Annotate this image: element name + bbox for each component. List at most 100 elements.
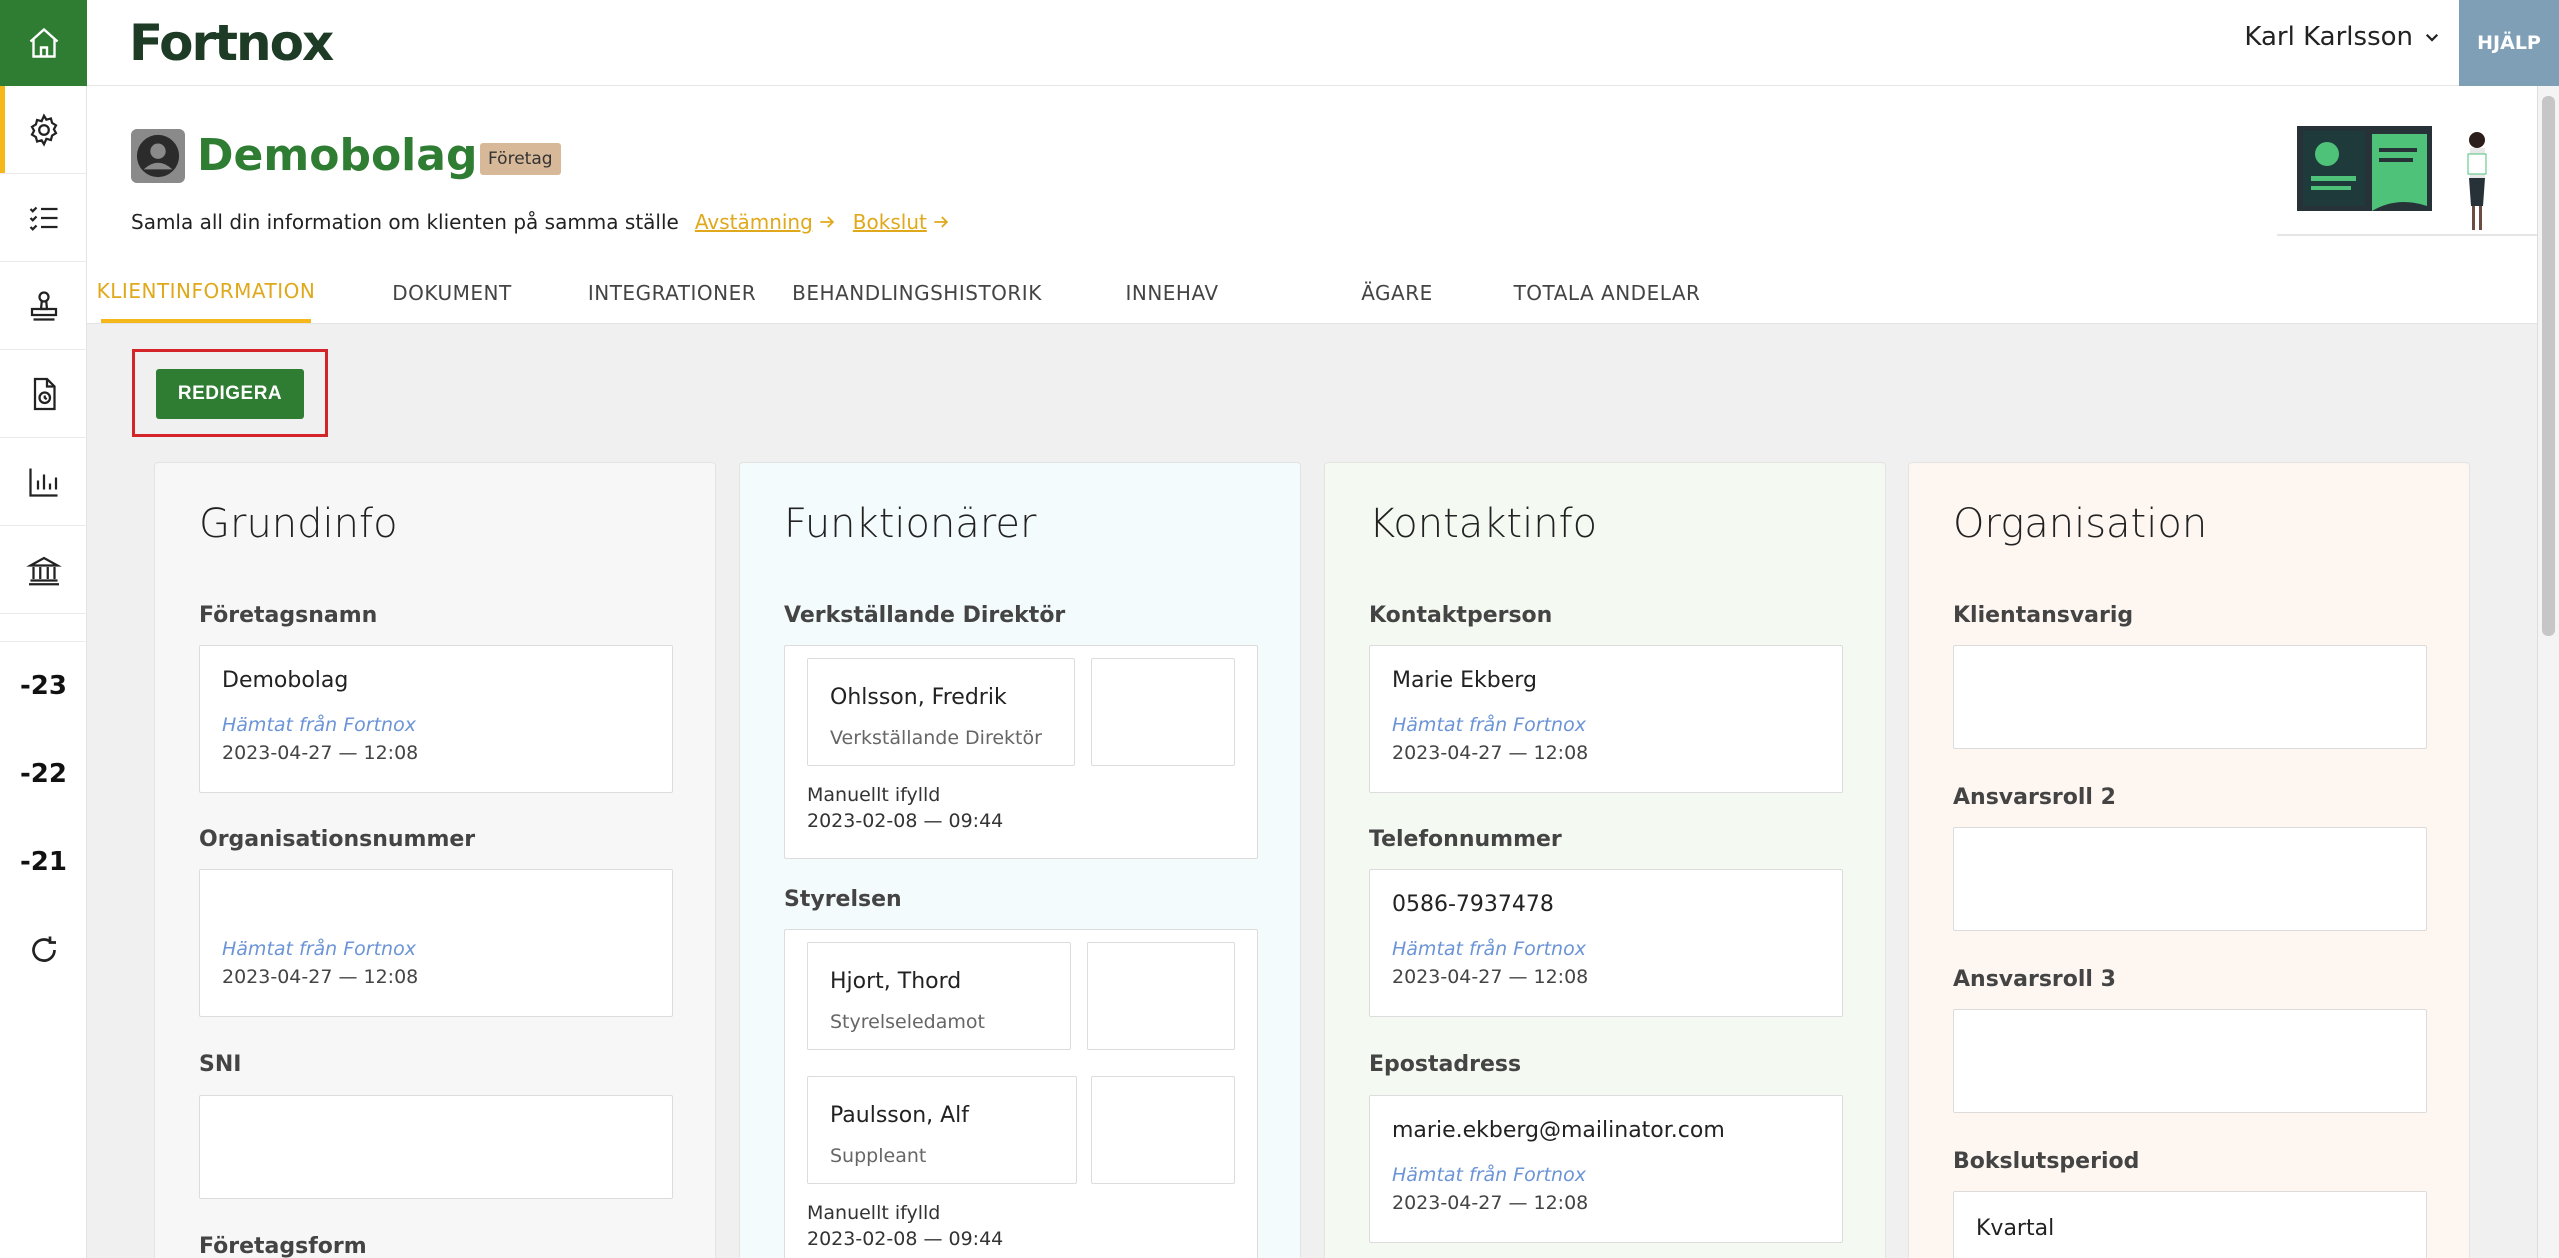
vd-group: Ohlsson, Fredrik Verkställande Direktör …: [784, 645, 1258, 859]
rail-refresh[interactable]: [0, 906, 87, 994]
field-date: 2023-04-27 — 12:08: [222, 742, 419, 764]
field-label: Telefonnummer: [1369, 827, 1562, 852]
rail-year-21[interactable]: -21: [0, 818, 87, 906]
rail-tasks[interactable]: [0, 174, 87, 262]
left-rail: -23 -22 -21: [0, 0, 87, 1258]
document-clock-icon: [33, 377, 56, 410]
scrollbar-thumb[interactable]: [2542, 96, 2555, 636]
gear-icon: [30, 112, 57, 147]
person-name: Paulsson, Alf: [830, 1103, 970, 1128]
arrow-right-icon: [820, 216, 834, 228]
bar-chart-icon: [28, 468, 57, 497]
field-label: SNI: [199, 1052, 242, 1077]
field-value: Demobolag: [222, 668, 349, 693]
person-role: Verkställande Direktör: [830, 727, 1042, 749]
panel-grundinfo: Grundinfo Företagsnamn Demobolag Hämtat …: [154, 462, 716, 1258]
phone-field[interactable]: 0586-7937478 Hämtat från Fortnox 2023-04…: [1369, 869, 1843, 1017]
edit-highlight: REDIGERA: [132, 349, 328, 437]
field-date: 2023-04-27 — 12:08: [1392, 966, 1589, 988]
field-label: Epostadress: [1369, 1052, 1522, 1077]
stamp-icon: [30, 290, 57, 321]
user-name: Karl Karlsson: [2244, 22, 2413, 52]
user-menu[interactable]: Karl Karlsson: [2244, 22, 2441, 52]
rail-settings[interactable]: [0, 86, 87, 174]
bokslut-link-label: Bokslut: [852, 210, 927, 234]
person-extra-box[interactable]: [1091, 1076, 1235, 1184]
field-label: Styrelsen: [784, 887, 902, 912]
panel-title: Grundinfo: [199, 501, 398, 547]
bokslut-link[interactable]: Bokslut: [853, 210, 951, 234]
help-button[interactable]: HJÄLP: [2459, 0, 2559, 86]
tab-dokument[interactable]: DOKUMENT: [367, 263, 537, 323]
company-avatar: [131, 129, 185, 183]
field-label: Företagsnamn: [199, 603, 378, 628]
field-value: Kvartal: [1976, 1216, 2055, 1241]
header-subtitle-row: Samla all din information om klienten på…: [131, 210, 951, 234]
field-value: marie.ekberg@mailinator.com: [1392, 1118, 1725, 1143]
home-button[interactable]: [0, 0, 87, 86]
closing-period-field[interactable]: Kvartal: [1953, 1191, 2427, 1258]
person-card[interactable]: Ohlsson, Fredrik Verkställande Direktör: [807, 658, 1075, 766]
panel-title: Funktionärer: [784, 501, 1037, 547]
rail-year-23[interactable]: -23: [0, 642, 87, 730]
refresh-icon: [31, 936, 56, 962]
contact-person-field[interactable]: Marie Ekberg Hämtat från Fortnox 2023-04…: [1369, 645, 1843, 793]
field-label: Bokslutsperiod: [1953, 1149, 2140, 1174]
sni-field[interactable]: [199, 1095, 673, 1199]
presentation-illustration: [2277, 126, 2537, 236]
panel-organisation: Organisation Klientansvarig Ansvarsroll …: [1908, 462, 2470, 1258]
user-circle-icon: [136, 134, 180, 178]
top-bar: Fortnox Karl Karlsson HJÄLP: [87, 0, 2559, 86]
chevron-down-icon: [2425, 33, 2439, 42]
client-manager-field[interactable]: [1953, 645, 2427, 749]
edit-button[interactable]: REDIGERA: [156, 369, 304, 419]
fortnox-logo[interactable]: Fortnox: [129, 14, 334, 72]
role-2-field[interactable]: [1953, 827, 2427, 931]
field-label: Klientansvarig: [1953, 603, 2134, 628]
tab-innehav[interactable]: INNEHAV: [1077, 263, 1267, 323]
company-name-field[interactable]: Demobolag Hämtat från Fortnox 2023-04-27…: [199, 645, 673, 793]
tab-totala-andelar[interactable]: TOTALA ANDELAR: [1507, 263, 1707, 323]
field-value: Marie Ekberg: [1392, 668, 1537, 693]
panel-kontaktinfo: Kontaktinfo Kontaktperson Marie Ekberg H…: [1324, 462, 1886, 1258]
email-field[interactable]: marie.ekberg@mailinator.com Hämtat från …: [1369, 1095, 1843, 1243]
field-label: Kontaktperson: [1369, 603, 1553, 628]
rail-year-22[interactable]: -22: [0, 730, 87, 818]
tab-integrationer[interactable]: INTEGRATIONER: [567, 263, 777, 323]
rail-bank[interactable]: [0, 526, 87, 614]
person-extra-box[interactable]: [1087, 942, 1235, 1050]
field-label: Ansvarsroll 3: [1953, 967, 2116, 992]
rail-reports[interactable]: [0, 438, 87, 526]
company-type-badge: Företag: [480, 143, 561, 175]
role-3-field[interactable]: [1953, 1009, 2427, 1113]
person-role: Styrelseledamot: [830, 1011, 985, 1033]
avstamning-link[interactable]: Avstämning: [695, 210, 837, 234]
field-source: Hämtat från Fortnox: [222, 938, 416, 960]
person-card[interactable]: Paulsson, Alf Suppleant: [807, 1076, 1077, 1184]
home-icon: [29, 27, 58, 58]
field-source: Hämtat från Fortnox: [222, 714, 416, 736]
bank-icon: [25, 556, 62, 585]
field-source: Hämtat från Fortnox: [1392, 938, 1586, 960]
field-date: 2023-04-27 — 12:08: [1392, 742, 1589, 764]
tab-agare[interactable]: ÄGARE: [1297, 263, 1497, 323]
field-label: Företagsform: [199, 1234, 367, 1258]
field-label: Organisationsnummer: [199, 827, 476, 852]
field-label: Verkställande Direktör: [784, 603, 1066, 628]
tab-klientinformation[interactable]: KLIENTINFORMATION: [97, 263, 315, 323]
rail-documents[interactable]: [0, 350, 87, 438]
avstamning-link-label: Avstämning: [694, 210, 813, 234]
manual-label: Manuellt ifylld: [807, 1202, 941, 1224]
field-label: Ansvarsroll 2: [1953, 785, 2116, 810]
header-subtitle: Samla all din information om klienten på…: [131, 210, 679, 234]
tab-behandlingshistorik[interactable]: BEHANDLINGSHISTORIK: [787, 263, 1047, 323]
client-header: Demobolag Företag Samla all din informat…: [87, 86, 2537, 324]
rail-stamp[interactable]: [0, 262, 87, 350]
person-card[interactable]: Hjort, Thord Styrelseledamot: [807, 942, 1071, 1050]
client-tabs: KLIENTINFORMATION DOKUMENT INTEGRATIONER…: [87, 263, 2537, 323]
org-number-field[interactable]: Hämtat från Fortnox 2023-04-27 — 12:08: [199, 869, 673, 1017]
field-value: 0586-7937478: [1392, 892, 1554, 917]
page-scrollbar[interactable]: [2537, 86, 2559, 1258]
panel-title: Organisation: [1953, 501, 2208, 547]
person-extra-box[interactable]: [1091, 658, 1235, 766]
